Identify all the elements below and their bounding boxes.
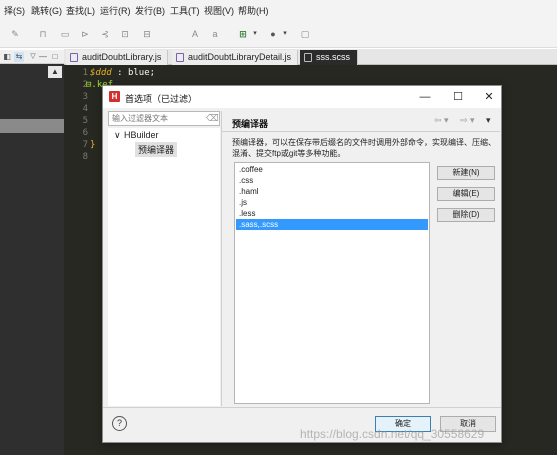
help-icon[interactable]: ? [112,416,127,431]
tree-item-hbuilder[interactable]: HBuilder [124,130,159,140]
font-decrease-icon[interactable]: a [210,29,220,39]
close-button[interactable]: ✕ [481,89,497,105]
menu-publish[interactable]: 发行(B) [135,4,165,17]
list-item[interactable]: .haml [236,186,428,197]
new-file-icon[interactable]: ✎ [10,29,20,39]
edit-button[interactable]: 编辑(E) [437,187,495,201]
delete-button[interactable]: 删除(D) [437,208,495,222]
precompiler-list[interactable]: .coffee .css .haml .js .less .sass,.scss [234,162,430,404]
dialog-title: 首选项（已过滤） [125,94,198,104]
menu-select[interactable]: 择(S) [4,4,25,17]
list-item[interactable]: .css [236,175,428,186]
tab-audit-doubt-library-detail[interactable]: auditDoubtLibraryDetail.js [172,50,299,65]
new-button[interactable]: 新建(N) [437,166,495,180]
bookmark-icon[interactable]: ⊓ [38,29,48,39]
sidebar-menu-icon[interactable]: ▽ [28,52,38,62]
scss-file-icon [304,53,312,62]
tab-audit-doubt-library[interactable]: auditDoubtLibrary.js [66,50,169,65]
line-number: 6 [82,128,88,138]
preferences-dialog: H 首选项（已过滤） — ☐ ✕ ⌫ ∨ HBuilder 预编译器 预编译器 … [102,85,502,443]
list-item[interactable]: .coffee [236,164,428,175]
menu-goto[interactable]: 跳转(G) [31,4,62,17]
tab-sss-scss[interactable]: sss.scss [300,50,358,65]
menu-tools[interactable]: 工具(T) [170,4,200,17]
code-line-7: } [90,140,96,150]
list-item[interactable]: .less [236,208,428,219]
js-file-icon [176,53,184,62]
code-line-1: $ddd : blue; [90,68,156,78]
watermark: https://blog.csdn.net/qq_30558629 [300,427,485,441]
sidebar-minimize-icon[interactable]: — [38,52,48,62]
tree-toggle-icon[interactable]: ∨ [114,130,121,141]
line-number: 1 [82,68,88,78]
sidebar-view-icon[interactable]: ◧ [2,52,12,62]
selected-project-row[interactable] [0,119,64,133]
hbuilder-logo-icon: H [109,91,120,102]
toolbar: ✎ ⊓ ▭ ⊳ ⊰ ⊡ ⊟ A a ⊞ ▾ ● ▾ ▢ [0,22,557,48]
preview-icon[interactable]: ▢ [300,29,310,39]
browser-dropdown-icon[interactable]: ▾ [280,29,290,39]
maximize-button[interactable]: ☐ [450,89,466,105]
menu-help[interactable]: 帮助(H) [238,4,269,17]
copy-icon[interactable]: ⊡ [120,29,130,39]
scroll-up-icon[interactable]: ▲ [48,66,62,78]
precompiler-pane: 预编译器 ⇦ ▾ ⇨ ▾ ▾ 预编译器，可以在保存带后缀名的文件时调用外部命令，… [221,111,500,406]
font-increase-icon[interactable]: A [190,29,200,39]
list-item[interactable]: .js [236,197,428,208]
link-editor-icon[interactable]: ⇆ [14,52,24,62]
paste-icon[interactable]: ⊟ [142,29,152,39]
sidebar-header: ◧ ⇆ ▽ — □ [0,50,64,64]
line-number: 8 [82,152,88,162]
menu-view[interactable]: 视图(V) [204,4,234,17]
preference-tree: ∨ HBuilder 预编译器 [108,128,220,406]
back-icon[interactable]: ⇦ ▾ [434,115,449,126]
line-number: 4 [82,104,88,114]
pane-menu-icon[interactable]: ▾ [486,115,491,126]
forward-icon[interactable]: ⇨ ▾ [460,115,475,126]
merge-icon[interactable]: ⊰ [100,29,110,39]
filter-input[interactable] [112,113,202,124]
editor-tabs: auditDoubtLibrary.js auditDoubtLibraryDe… [64,49,557,65]
browser-icon[interactable]: ● [268,29,278,39]
clear-filter-icon[interactable]: ⌫ [206,113,219,123]
pane-description: 预编译器，可以在保存带后缀名的文件时调用外部命令，实现编译、压缩、混淆、提交ft… [232,138,496,158]
line-number: 7 [82,140,88,150]
list-item-selected[interactable]: .sass,.scss [236,219,428,230]
divider [222,131,500,132]
line-number: 5 [82,116,88,126]
cut-icon[interactable]: ⊳ [80,29,90,39]
menu-run[interactable]: 运行(R) [100,4,131,17]
run-icon[interactable]: ⊞ [238,29,248,39]
minimize-button[interactable]: — [417,89,433,105]
open-icon[interactable]: ▭ [60,29,70,39]
filter-box: ⌫ [108,111,220,126]
js-file-icon [70,53,78,62]
dialog-title-bar[interactable]: H 首选项（已过滤） — ☐ ✕ [103,86,501,108]
sidebar-maximize-icon[interactable]: □ [50,52,60,62]
divider [103,407,501,408]
menu-find[interactable]: 查找(L) [66,4,95,17]
project-explorer: ▲ [0,64,64,455]
pane-title: 预编译器 [232,119,269,129]
line-number: 3 [82,92,88,102]
run-dropdown-icon[interactable]: ▾ [250,29,260,39]
tree-item-precompiler[interactable]: 预编译器 [135,142,178,157]
